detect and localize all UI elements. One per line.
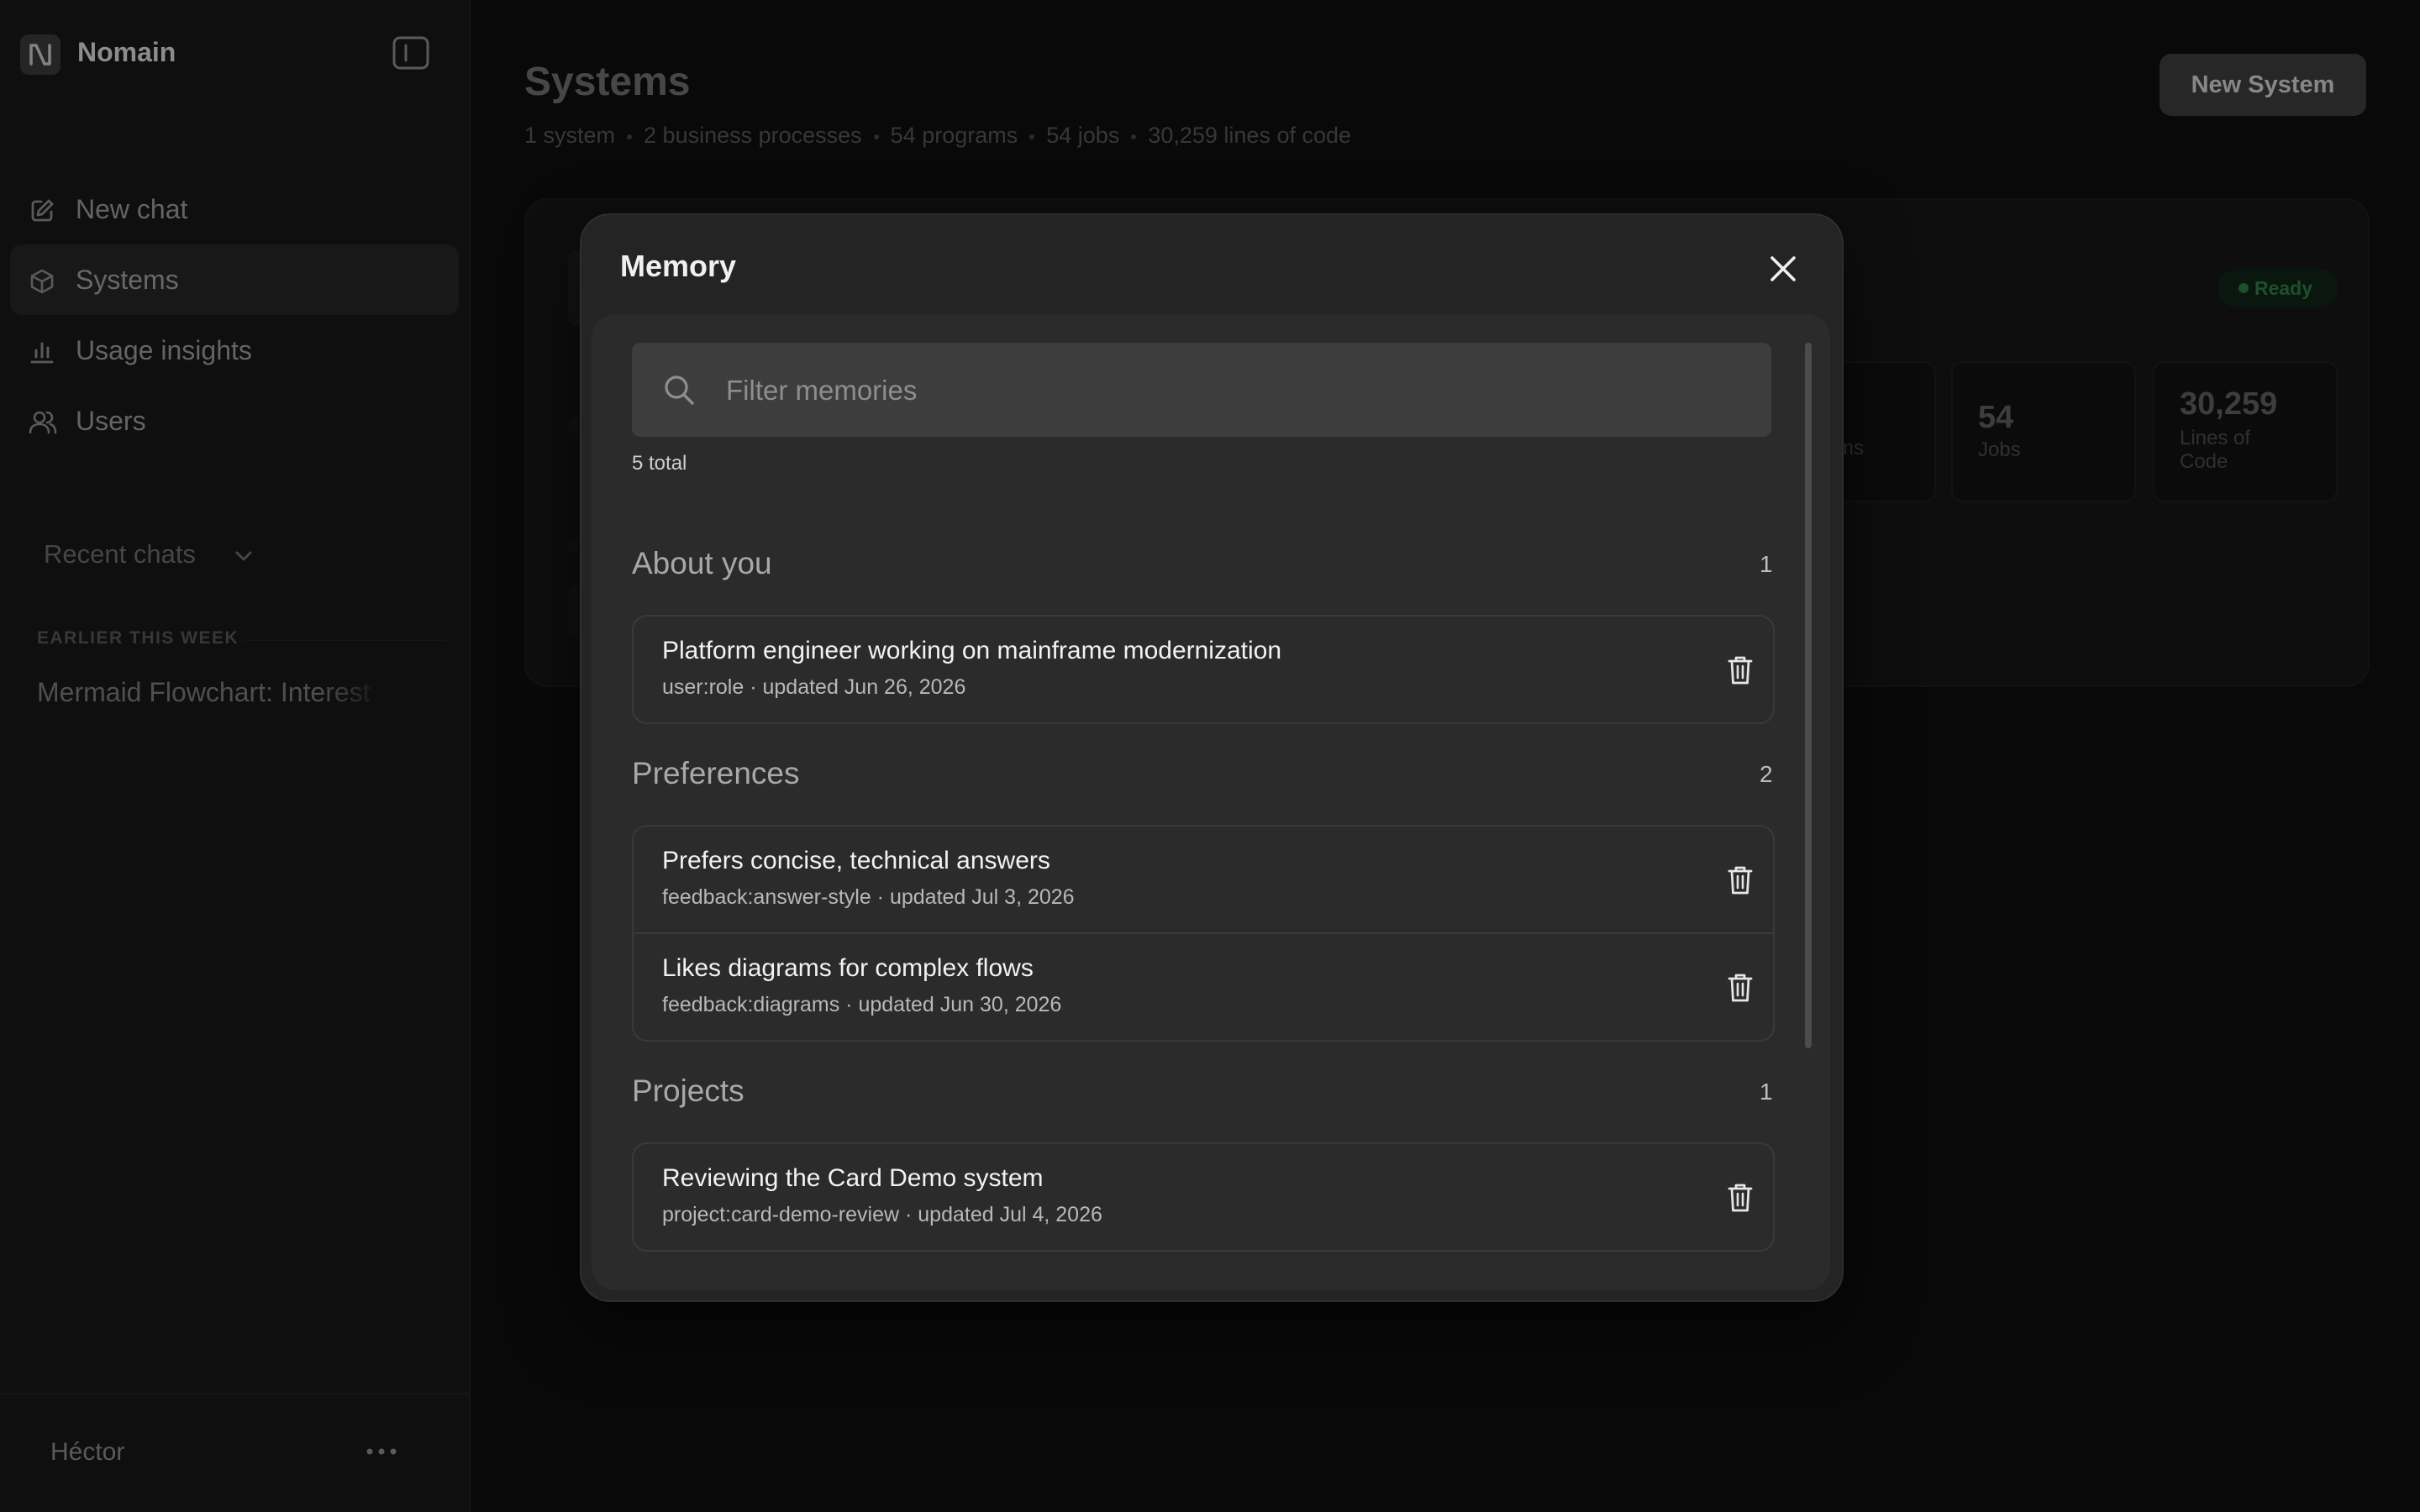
memory-item[interactable]: Reviewing the Card Demo system project:c… bbox=[634, 1144, 1773, 1252]
filter-field[interactable] bbox=[632, 343, 1771, 438]
memory-item[interactable]: Platform engineer working on mainframe m… bbox=[634, 617, 1773, 724]
memory-title: Prefers concise, technical answers bbox=[662, 847, 1050, 874]
memory-dialog: Memory 5 total About you 1 Platform engi… bbox=[580, 213, 1844, 1302]
memory-card: Prefers concise, technical answers feedb… bbox=[632, 825, 1775, 1042]
memory-list-panel: 5 total About you 1 Platform engineer wo… bbox=[592, 314, 1830, 1290]
memory-title: Likes diagrams for complex flows bbox=[662, 954, 1034, 982]
memory-card: Platform engineer working on mainframe m… bbox=[632, 615, 1775, 724]
memory-meta: project:card-demo-review · updated Jul 4… bbox=[662, 1203, 1102, 1226]
close-icon[interactable] bbox=[1768, 254, 1798, 284]
search-icon bbox=[662, 373, 696, 407]
trash-icon[interactable] bbox=[1728, 655, 1753, 685]
total-count: 5 total bbox=[632, 452, 687, 475]
memory-item[interactable]: Prefers concise, technical answers feedb… bbox=[634, 827, 1773, 934]
memory-meta: feedback:answer-style · updated Jul 3, 2… bbox=[662, 885, 1075, 909]
trash-icon[interactable] bbox=[1728, 1183, 1753, 1213]
memory-title: Platform engineer working on mainframe m… bbox=[662, 637, 1282, 664]
group-title-about-you: About you bbox=[632, 546, 772, 580]
group-title-projects: Projects bbox=[632, 1074, 744, 1108]
memory-meta: user:role · updated Jun 26, 2026 bbox=[662, 675, 966, 699]
group-count: 2 bbox=[1760, 761, 1773, 787]
memory-item[interactable]: Likes diagrams for complex flows feedbac… bbox=[634, 932, 1773, 1042]
group-count: 1 bbox=[1760, 1079, 1773, 1105]
trash-icon[interactable] bbox=[1728, 973, 1753, 1003]
dialog-title: Memory bbox=[620, 249, 737, 283]
trash-icon[interactable] bbox=[1728, 865, 1753, 895]
memory-title: Reviewing the Card Demo system bbox=[662, 1164, 1044, 1192]
memory-card: Reviewing the Card Demo system project:c… bbox=[632, 1142, 1775, 1252]
scrollbar-thumb[interactable] bbox=[1805, 343, 1812, 1048]
group-count: 1 bbox=[1760, 551, 1773, 577]
group-title-preferences: Preferences bbox=[632, 756, 800, 790]
memory-meta: feedback:diagrams · updated Jun 30, 2026 bbox=[662, 993, 1062, 1016]
filter-input[interactable] bbox=[724, 343, 1753, 438]
